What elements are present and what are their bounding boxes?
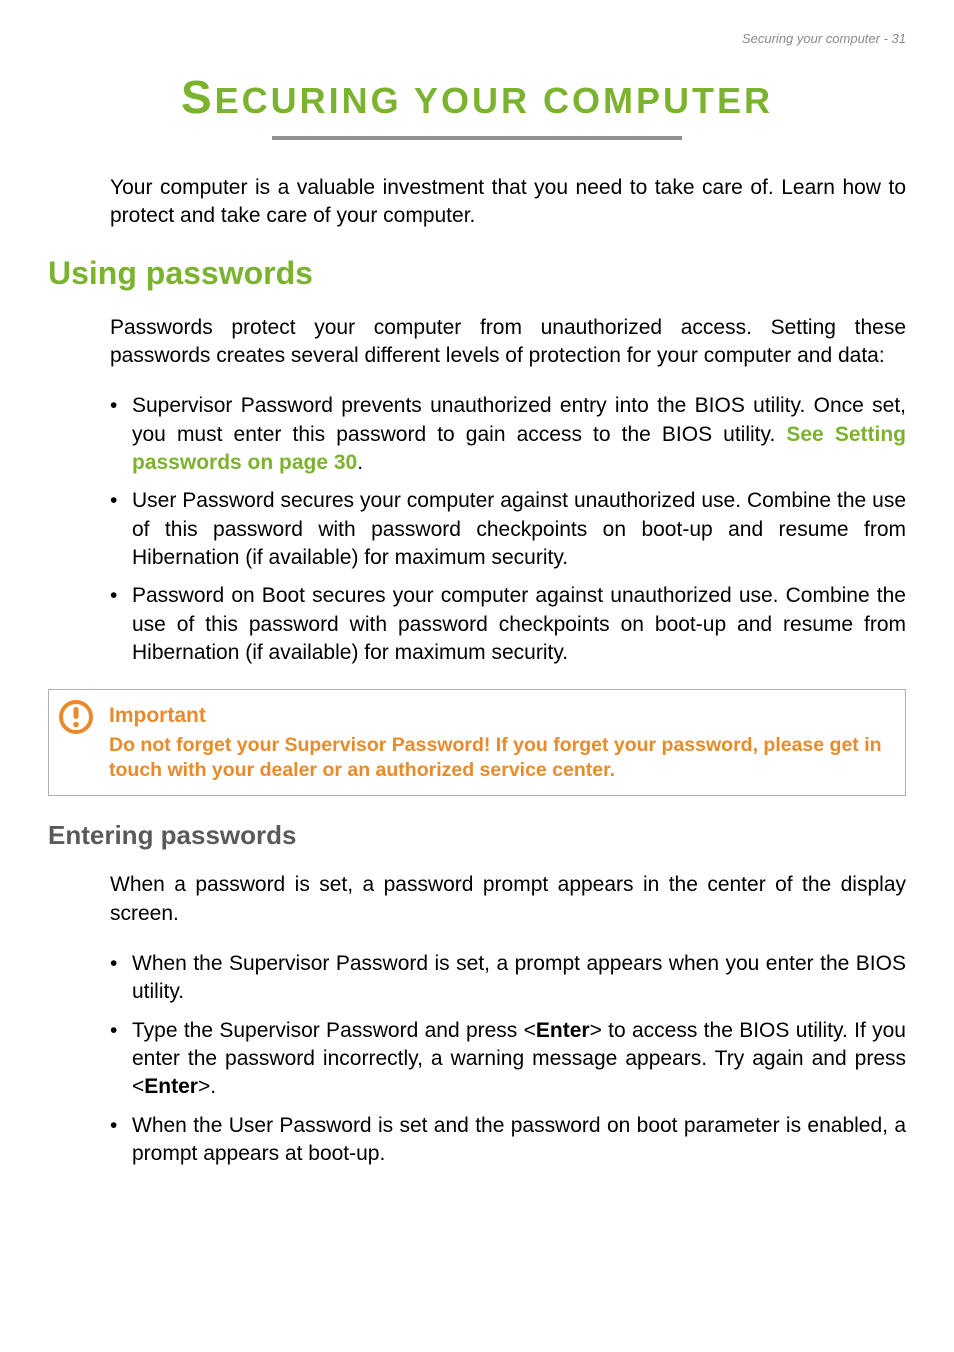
user-password-boot-text: When the User Password is set and the pa…	[132, 1114, 906, 1165]
alert-icon	[59, 700, 93, 742]
page-title: SECURING YOUR COMPUTER	[48, 66, 906, 128]
callout-title: Important	[109, 702, 891, 730]
enter-key-1: Enter	[536, 1019, 590, 1042]
using-passwords-heading: Using passwords	[48, 252, 906, 295]
important-callout: Important Do not forget your Supervisor …	[48, 689, 906, 796]
list-item: Type the Supervisor Password and press <…	[110, 1017, 906, 1102]
callout-body: Do not forget your Supervisor Password! …	[109, 733, 891, 784]
entering-passwords-intro: When a password is set, a password promp…	[110, 871, 906, 928]
list-item: Supervisor Password prevents unauthorize…	[110, 392, 906, 477]
list-item: User Password secures your computer agai…	[110, 487, 906, 572]
list-item: When the Supervisor Password is set, a p…	[110, 950, 906, 1007]
type-supervisor-text-c: >.	[198, 1075, 216, 1098]
title-rest: ECURING YOUR COMPUTER	[215, 80, 773, 121]
entering-passwords-list: When the Supervisor Password is set, a p…	[110, 950, 906, 1168]
password-on-boot-text: Password on Boot secures your computer a…	[132, 584, 906, 664]
enter-key-2: Enter	[144, 1075, 198, 1098]
type-supervisor-text-a: Type the Supervisor Password and press <	[132, 1019, 536, 1042]
entering-passwords-heading: Entering passwords	[48, 818, 906, 853]
supervisor-prompt-text: When the Supervisor Password is set, a p…	[132, 952, 906, 1003]
running-header: Securing your computer - 31	[48, 30, 906, 48]
using-passwords-intro: Passwords protect your computer from una…	[110, 314, 906, 371]
list-item: When the User Password is set and the pa…	[110, 1112, 906, 1169]
list-item: Password on Boot secures your computer a…	[110, 582, 906, 667]
user-password-text: User Password secures your computer agai…	[132, 489, 906, 569]
period: .	[357, 451, 363, 474]
intro-paragraph: Your computer is a valuable investment t…	[110, 174, 906, 231]
password-types-list: Supervisor Password prevents unauthorize…	[110, 392, 906, 667]
title-first-letter: S	[181, 71, 215, 123]
title-underline	[272, 136, 682, 140]
